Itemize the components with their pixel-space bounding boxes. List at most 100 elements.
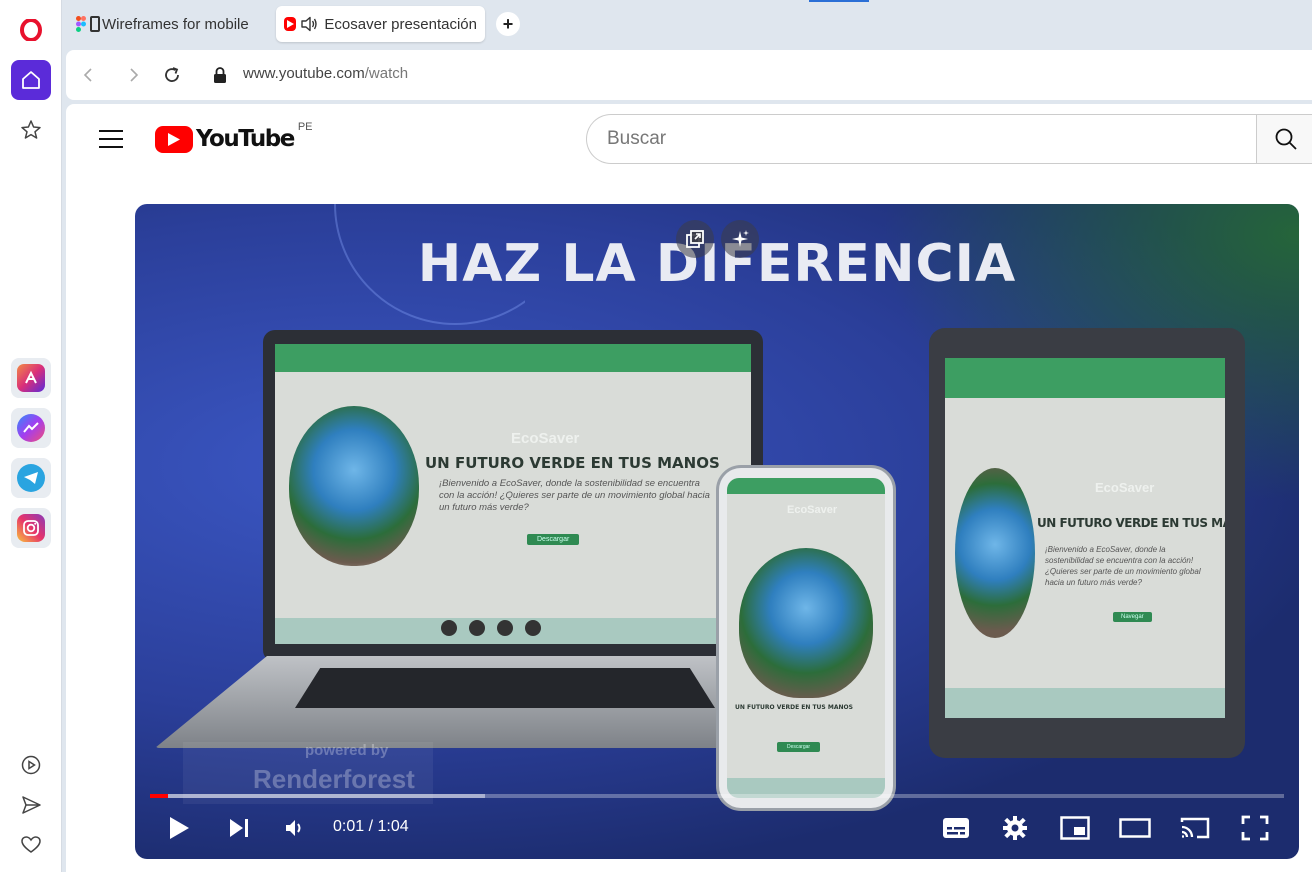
reload-button[interactable]: [160, 63, 184, 87]
tab-label: Wireframes for mobile: [102, 15, 249, 33]
instagram-icon[interactable]: [11, 508, 51, 548]
volume-icon: [286, 820, 301, 836]
played-bar: [150, 794, 169, 798]
lock-icon[interactable]: [210, 64, 230, 86]
phone-screen: EcoSaver UN FUTURO VERDE EN TUS MANOS De…: [727, 478, 885, 798]
twitter-icon: [441, 620, 457, 636]
address-bar: www.youtube.com/watch: [66, 50, 1312, 100]
cast-button[interactable]: [1177, 812, 1213, 844]
sparkle-icon: [732, 230, 749, 247]
ai-sparkle-button[interactable]: [721, 220, 759, 258]
subtitles-button[interactable]: [938, 812, 974, 844]
youtube-logo[interactable]: YouTube PE: [155, 121, 313, 154]
cast-icon: [1180, 817, 1210, 839]
gear-icon: [1003, 816, 1027, 840]
popout-icon: [686, 230, 704, 248]
url-field[interactable]: www.youtube.com/watch: [243, 65, 408, 82]
subtitles-icon: [943, 818, 969, 838]
url-path: /watch: [364, 65, 409, 82]
watermark-line1: powered by: [305, 742, 389, 759]
phone-site-navbar: [727, 478, 885, 494]
tab-ecosaver[interactable]: Ecosaver presentación: [276, 6, 485, 42]
mobile-icon: [90, 16, 100, 32]
phone-globe: [739, 548, 873, 698]
laptop-site-button: Descargar: [527, 534, 580, 545]
watermark-line2: Renderforest: [253, 764, 415, 794]
play-button[interactable]: [163, 812, 195, 844]
tab-label: Ecosaver presentación: [324, 15, 477, 33]
laptop-site-brand: EcoSaver: [511, 430, 580, 447]
tab-indicator: [809, 0, 869, 2]
miniplayer-icon: [1060, 816, 1090, 840]
star-icon[interactable]: [11, 110, 51, 150]
tab-wireframes[interactable]: Wireframes for mobile: [68, 6, 274, 42]
phone-site-title: UN FUTURO VERDE EN TUS MANOS: [735, 704, 853, 711]
phone-site-brand: EcoSaver: [787, 504, 838, 516]
time-display: 0:01 / 1:04: [333, 818, 409, 835]
search-icon: [1275, 128, 1297, 150]
laptop-site-title: UN FUTURO VERDE EN TUS MANOS: [425, 454, 720, 472]
pip-overlay-button[interactable]: [676, 220, 714, 258]
search-button[interactable]: [1256, 114, 1312, 164]
new-tab-button[interactable]: +: [496, 12, 520, 36]
search-placeholder: Buscar: [607, 128, 667, 149]
tablet-site-brand: EcoSaver: [1095, 480, 1155, 495]
laptop-mockup: EcoSaver UN FUTURO VERDE EN TUS MANOS ¡B…: [263, 330, 763, 662]
progress-bar[interactable]: [150, 794, 1284, 798]
fullscreen-icon: [1241, 815, 1269, 841]
video-headline: HAZ LA DIFERENCIA: [417, 234, 1017, 294]
youtube-logo-text: YouTube: [196, 126, 295, 152]
plus-icon: +: [502, 13, 514, 34]
tab-bar: Wireframes for mobile Ecosaver presentac…: [62, 0, 1312, 50]
back-button[interactable]: [76, 63, 100, 87]
next-button[interactable]: [223, 812, 255, 844]
laptop-site-navbar: [275, 344, 751, 372]
heart-icon[interactable]: [11, 825, 51, 865]
search-input[interactable]: Buscar: [586, 114, 1258, 164]
home-icon[interactable]: [11, 60, 51, 100]
youtube-icon: [284, 17, 297, 31]
send-icon[interactable]: [11, 785, 51, 825]
youtube-logo-icon: [155, 125, 193, 153]
menu-icon[interactable]: [96, 126, 126, 152]
laptop-keyboard: [295, 668, 715, 708]
tablet-site-navbar: [945, 358, 1225, 398]
theater-mode-button[interactable]: [1117, 812, 1153, 844]
youtube-header: YouTube PE Buscar: [66, 104, 1312, 176]
tablet-mockup: EcoSaver UN FUTURO VERDE EN TUS MANOS ¡B…: [929, 328, 1245, 758]
figma-icon: [76, 16, 86, 32]
telegram-icon[interactable]: [11, 458, 51, 498]
tablet-site-button: Navegar: [1113, 612, 1152, 622]
laptop-site-text: ¡Bienvenido a EcoSaver, donde la sosteni…: [439, 478, 710, 513]
tablet-site-footer: [945, 688, 1225, 718]
tablet-site-title: UN FUTURO VERDE EN TUS MANOS: [1037, 516, 1225, 530]
laptop-globe: [289, 406, 419, 566]
skip-next-icon: [230, 819, 248, 837]
speaker-icon[interactable]: [300, 16, 318, 32]
browser-sidebar: [0, 0, 62, 872]
volume-button[interactable]: [279, 812, 311, 844]
tablet-screen: EcoSaver UN FUTURO VERDE EN TUS MANOS ¡B…: [945, 358, 1225, 718]
page-content: YouTube PE Buscar HAZ LA DIFERENCIA EcoS…: [66, 104, 1312, 872]
aria-ai-icon[interactable]: [11, 358, 51, 398]
play-icon: [170, 817, 189, 839]
youtube-icon: [525, 620, 541, 636]
buffered-bar: [150, 794, 485, 798]
tablet-globe: [955, 468, 1035, 638]
fullscreen-button[interactable]: [1237, 812, 1273, 844]
opera-logo-icon[interactable]: [11, 10, 51, 50]
miniplayer-button[interactable]: [1057, 812, 1093, 844]
tablet-site-text: ¡Bienvenido a EcoSaver, donde la sosteni…: [1045, 545, 1201, 587]
player-icon[interactable]: [11, 745, 51, 785]
messenger-icon[interactable]: [11, 408, 51, 448]
laptop-social-icons: [441, 620, 541, 636]
forward-button[interactable]: [122, 63, 146, 87]
settings-button[interactable]: [999, 812, 1031, 844]
phone-site-button: Descargar: [777, 742, 821, 752]
facebook-icon: [469, 620, 485, 636]
instagram-icon: [497, 620, 513, 636]
url-host: www.youtube.com: [243, 65, 365, 82]
video-player[interactable]: HAZ LA DIFERENCIA EcoSaver UN FUTURO VER…: [135, 204, 1299, 859]
laptop-screen: EcoSaver UN FUTURO VERDE EN TUS MANOS ¡B…: [275, 344, 751, 644]
theater-icon: [1119, 818, 1151, 838]
